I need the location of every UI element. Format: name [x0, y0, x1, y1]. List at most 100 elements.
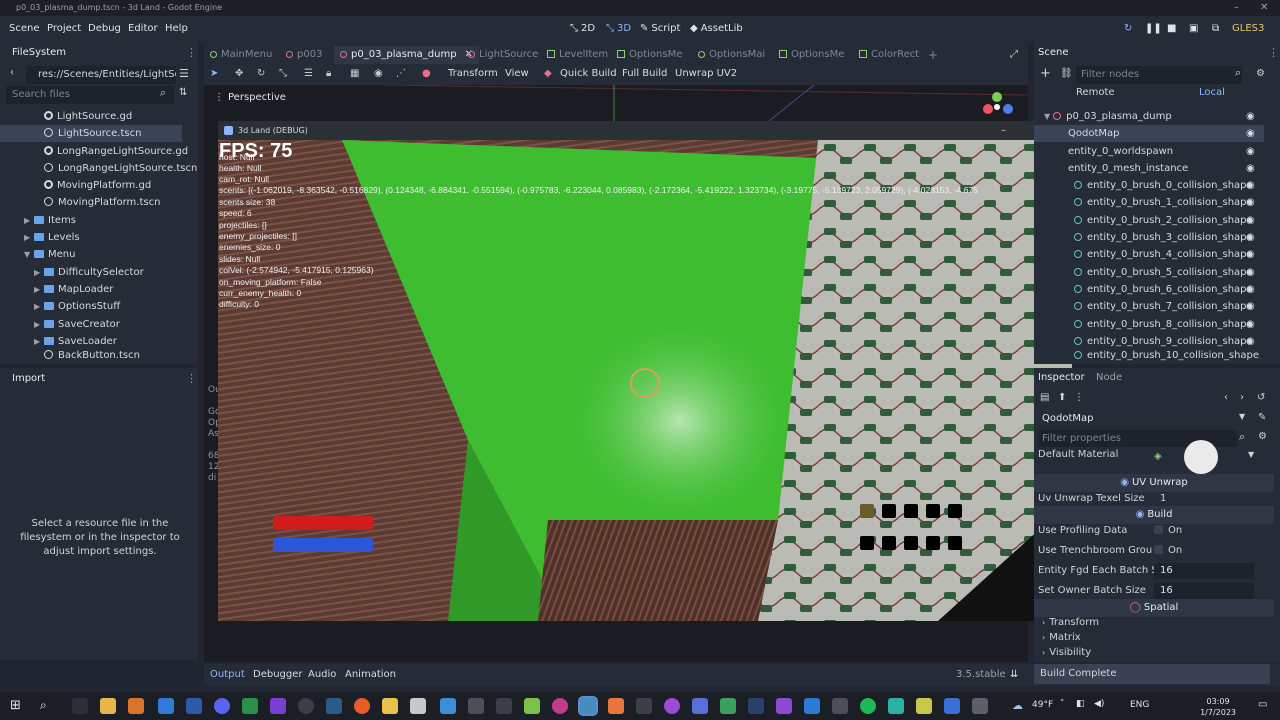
- dock-menu-icon[interactable]: ⋮: [1268, 46, 1279, 59]
- mode-script-button[interactable]: ✎ Script: [640, 23, 680, 34]
- scene-node[interactable]: entity_0_brush_9_collision_shape ◉: [1034, 333, 1274, 350]
- spinbox[interactable]: 16: [1154, 583, 1254, 599]
- visibility-icon[interactable]: ◉: [1246, 160, 1256, 177]
- scene-node[interactable]: entity_0_brush_3_collision_shape ◉: [1034, 229, 1274, 246]
- add-node-icon[interactable]: +: [1040, 66, 1051, 81]
- chevron-down-icon[interactable]: ▼: [1248, 446, 1254, 464]
- scene-tab[interactable]: LevelItem: [547, 46, 608, 64]
- history-back-icon[interactable]: ‹: [1224, 392, 1228, 403]
- folder-item[interactable]: ▶ SaveCreator: [0, 316, 190, 333]
- app-icon[interactable]: [748, 698, 764, 714]
- transform-menu[interactable]: Transform: [448, 68, 498, 79]
- sort-icon[interactable]: ⇅: [179, 87, 187, 98]
- scene-node[interactable]: ▼ p0_03_plasma_dump ◉: [1034, 108, 1274, 125]
- godot-icon[interactable]: [578, 696, 598, 716]
- scene-tab[interactable]: ColorRect: [859, 46, 919, 64]
- discord-icon[interactable]: [214, 698, 230, 714]
- minimize-icon[interactable]: –: [1001, 121, 1006, 140]
- app-icon[interactable]: [552, 698, 568, 714]
- visibility-icon[interactable]: ◉: [1246, 246, 1256, 263]
- property-row[interactable]: Use Trenchbroom Grou On: [1034, 542, 1274, 560]
- scene-node[interactable]: entity_0_brush_6_collision_shape ◉: [1034, 281, 1274, 298]
- visibility-icon[interactable]: ◉: [1246, 281, 1256, 298]
- visibility-icon[interactable]: ◉: [1246, 108, 1256, 125]
- dock-menu-icon[interactable]: ⋮: [186, 46, 197, 59]
- history-icon[interactable]: ↺: [1257, 392, 1265, 403]
- language-label[interactable]: ENG: [1130, 700, 1149, 710]
- inspector-tab[interactable]: Inspector: [1038, 372, 1085, 383]
- visibility-icon[interactable]: ◉: [1246, 229, 1256, 246]
- app-icon[interactable]: [468, 698, 484, 714]
- notification-icon[interactable]: ▭: [1258, 699, 1267, 710]
- mode-3d-button[interactable]: ⤡ 3D: [606, 23, 631, 34]
- material-preview[interactable]: [1184, 440, 1218, 474]
- clock[interactable]: 03:09 1/7/2023: [1200, 696, 1236, 718]
- menu-scene[interactable]: Scene: [9, 23, 40, 34]
- property-value[interactable]: On: [1154, 542, 1182, 560]
- folder-item[interactable]: ▶ SaveLoader: [0, 333, 190, 350]
- app-icon[interactable]: [410, 698, 426, 714]
- tray-chevron-icon[interactable]: ˄: [1060, 699, 1065, 709]
- scene-options-icon[interactable]: ⚙: [1256, 68, 1265, 79]
- folder-item[interactable]: ▶ Items: [0, 212, 190, 229]
- add-tab-icon[interactable]: +: [928, 46, 938, 64]
- link-icon[interactable]: ⛓︎: [1060, 68, 1073, 79]
- scene-node[interactable]: entity_0_mesh_instance ◉: [1034, 160, 1274, 177]
- open-resource-icon[interactable]: ⬆: [1058, 392, 1066, 403]
- visibility-icon[interactable]: ◉: [1246, 316, 1256, 333]
- app-icon[interactable]: [944, 698, 960, 714]
- scene-node[interactable]: entity_0_brush_4_collision_shape ◉: [1034, 246, 1274, 263]
- scene-node-selected[interactable]: QodotMap ◉: [1034, 125, 1264, 142]
- app-icon[interactable]: [888, 698, 904, 714]
- file-item[interactable]: LongRangeLightSource.gd: [0, 143, 190, 160]
- search-icon[interactable]: ⌕: [40, 698, 47, 713]
- output-tab[interactable]: Output: [210, 669, 245, 680]
- task-view-icon[interactable]: [72, 698, 88, 714]
- pin-icon[interactable]: ⇊: [1010, 669, 1018, 680]
- new-resource-icon[interactable]: ▤: [1040, 392, 1049, 403]
- app-icon[interactable]: [186, 698, 202, 714]
- back-icon[interactable]: ‹: [10, 67, 14, 78]
- app-icon[interactable]: [298, 698, 314, 714]
- visibility-icon[interactable]: ◉: [1246, 125, 1256, 142]
- menu-debug[interactable]: Debug: [88, 23, 121, 34]
- node-tab[interactable]: Node: [1096, 372, 1122, 383]
- visibility-icon[interactable]: ◉: [1246, 177, 1256, 194]
- app-icon[interactable]: [664, 698, 680, 714]
- mode-2d-button[interactable]: ⤡ 2D: [570, 23, 595, 34]
- split-view-icon[interactable]: ☰: [179, 67, 189, 80]
- scene-node[interactable]: entity_0_brush_8_collision_shape ◉: [1034, 316, 1274, 333]
- scene-node[interactable]: entity_0_brush_5_collision_shape ◉: [1034, 264, 1274, 281]
- scene-tab[interactable]: p003: [286, 46, 322, 64]
- animation-tab[interactable]: Animation: [345, 669, 396, 680]
- folder-item[interactable]: ▼ Menu: [0, 246, 190, 263]
- local-tab[interactable]: Local: [1199, 87, 1225, 98]
- path-field[interactable]: res://Scenes/Entities/LightSo: [26, 66, 176, 84]
- property-group[interactable]: › Visibility: [1034, 644, 1274, 662]
- property-value[interactable]: On: [1154, 522, 1182, 540]
- folder-item[interactable]: ▶ MapLoader: [0, 281, 190, 298]
- filter-nodes-input[interactable]: Filter nodes: [1076, 66, 1242, 84]
- file-item[interactable]: LightSource.tscn: [0, 125, 182, 142]
- visual-studio-icon[interactable]: [776, 698, 792, 714]
- view-menu[interactable]: View: [505, 68, 529, 79]
- scene-node[interactable]: entity_0_brush_7_collision_shape ◉: [1034, 298, 1274, 315]
- network-icon[interactable]: ◧: [1076, 699, 1085, 709]
- settings-icon[interactable]: [972, 698, 988, 714]
- visibility-icon[interactable]: ◉: [1246, 143, 1256, 160]
- list-select-icon[interactable]: ☰: [304, 68, 314, 79]
- scene-tab[interactable]: MainMenu: [210, 46, 272, 64]
- local-space-icon[interactable]: ◉: [374, 68, 384, 79]
- stop-icon[interactable]: ■: [1167, 23, 1176, 34]
- close-icon[interactable]: ✕: [1260, 0, 1268, 16]
- app-icon[interactable]: [382, 698, 398, 714]
- pause-icon[interactable]: ❚❚: [1145, 23, 1162, 34]
- menu-project[interactable]: Project: [47, 23, 81, 34]
- spotify-icon[interactable]: [860, 698, 876, 714]
- app-icon[interactable]: [832, 698, 848, 714]
- file-item[interactable]: LightSource.gd: [0, 108, 190, 125]
- scene-tab[interactable]: OptionsMe: [779, 46, 844, 64]
- script-icon[interactable]: ✎: [1258, 412, 1266, 423]
- checkbox[interactable]: [1154, 545, 1163, 554]
- scene-node[interactable]: entity_0_brush_1_collision_shape ◉: [1034, 194, 1274, 211]
